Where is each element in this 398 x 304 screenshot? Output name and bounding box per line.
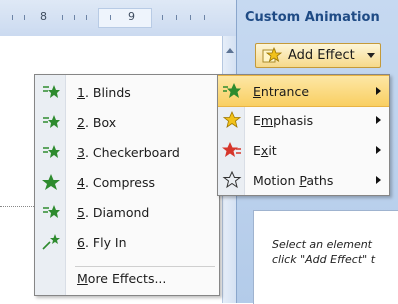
submenu-arrow-icon xyxy=(376,116,381,124)
pane-title: Custom Animation xyxy=(245,10,380,25)
menu-item-fly-in[interactable]: 6. Fly In xyxy=(35,227,219,257)
item-label-a: Motion xyxy=(253,172,300,188)
item-label: . Checkerboard xyxy=(84,144,180,160)
add-effect-menu: Entrance Emphasis Exit Motion Paths xyxy=(217,74,390,196)
ruler-tick xyxy=(86,15,87,20)
item-label: . Diamond xyxy=(84,204,150,220)
item-number: 6 xyxy=(77,234,85,250)
item-label-b: phasis xyxy=(273,112,314,128)
entrance-star-icon xyxy=(223,83,241,98)
item-label: . Compress xyxy=(84,174,155,190)
menu-item-compress[interactable]: 4. Compress xyxy=(35,167,219,197)
mnemonic: M xyxy=(77,270,88,286)
ruler-tick xyxy=(12,15,13,20)
mnemonic: m xyxy=(260,112,274,128)
horizontal-ruler: 8 9 xyxy=(0,0,236,37)
item-number: 1 xyxy=(77,84,85,100)
box-effect-icon xyxy=(43,115,60,128)
mnemonic: E xyxy=(253,83,261,99)
checkerboard-effect-icon xyxy=(43,145,60,158)
exit-star-icon xyxy=(222,142,241,157)
menu-item-exit[interactable]: Exit xyxy=(218,135,389,165)
menu-item-more-effects[interactable]: More Effects... xyxy=(35,263,219,293)
diamond-effect-icon xyxy=(43,205,60,218)
entrance-effects-menu: 1. Blinds 2. Box 3. Checkerboard 4. Comp… xyxy=(34,74,220,296)
menu-item-blinds[interactable]: 1. Blinds xyxy=(35,77,219,107)
menu-item-motion-paths[interactable]: Motion Paths xyxy=(218,165,389,195)
item-label-b: it xyxy=(268,142,277,158)
ruler-tick xyxy=(204,15,205,20)
menu-item-emphasis[interactable]: Emphasis xyxy=(218,105,389,135)
compress-effect-icon xyxy=(42,174,60,190)
menu-item-box[interactable]: 2. Box xyxy=(35,107,219,137)
scroll-up-arrow-icon[interactable] xyxy=(226,48,234,53)
menu-item-checkerboard[interactable]: 3. Checkerboard xyxy=(35,137,219,167)
item-label-a: E xyxy=(253,112,261,128)
effects-list-area[interactable]: Select an element click "Add Effect" t xyxy=(253,210,398,304)
item-label: . Blinds xyxy=(84,84,131,100)
submenu-arrow-icon xyxy=(376,87,381,95)
item-number: 4 xyxy=(77,174,85,190)
item-number: 3 xyxy=(77,144,85,160)
item-label-a: E xyxy=(253,142,261,158)
submenu-arrow-icon xyxy=(376,176,381,184)
item-label: . Fly In xyxy=(84,234,127,250)
ruler-tick xyxy=(176,15,177,20)
ruler-tick xyxy=(62,15,63,20)
menu-item-diamond[interactable]: 5. Diamond xyxy=(35,197,219,227)
item-label: ore Effects... xyxy=(87,270,167,286)
add-effect-label: Add Effect xyxy=(288,48,355,63)
motion-path-star-icon xyxy=(222,171,242,189)
ruler-tick xyxy=(162,15,163,20)
item-label-b: aths xyxy=(306,172,334,188)
ruler-highlight xyxy=(98,8,152,28)
ruler-tick xyxy=(110,15,111,20)
ruler-tick xyxy=(24,15,25,20)
hint-line-1: Select an element xyxy=(272,238,372,251)
ruler-tick xyxy=(190,15,191,20)
item-label: . Box xyxy=(84,114,117,130)
ruler-tick xyxy=(74,15,75,20)
fly-in-effect-icon xyxy=(42,234,60,250)
blinds-effect-icon xyxy=(43,85,60,98)
ruler-number-9: 9 xyxy=(128,10,135,23)
chevron-down-icon xyxy=(367,53,375,58)
submenu-arrow-icon xyxy=(376,146,381,154)
menu-item-entrance[interactable]: Entrance xyxy=(218,75,389,107)
add-effect-button[interactable]: Add Effect xyxy=(255,43,381,68)
item-label: ntrance xyxy=(260,83,310,99)
item-number: 5 xyxy=(77,204,85,220)
emphasis-star-icon xyxy=(222,111,242,128)
item-number: 2 xyxy=(77,114,85,130)
add-effect-star-icon xyxy=(262,46,282,62)
hint-line-2: click "Add Effect" t xyxy=(272,253,376,266)
ruler-number-8: 8 xyxy=(40,10,47,23)
instruction-text: Select an element click "Add Effect" t xyxy=(272,237,375,267)
